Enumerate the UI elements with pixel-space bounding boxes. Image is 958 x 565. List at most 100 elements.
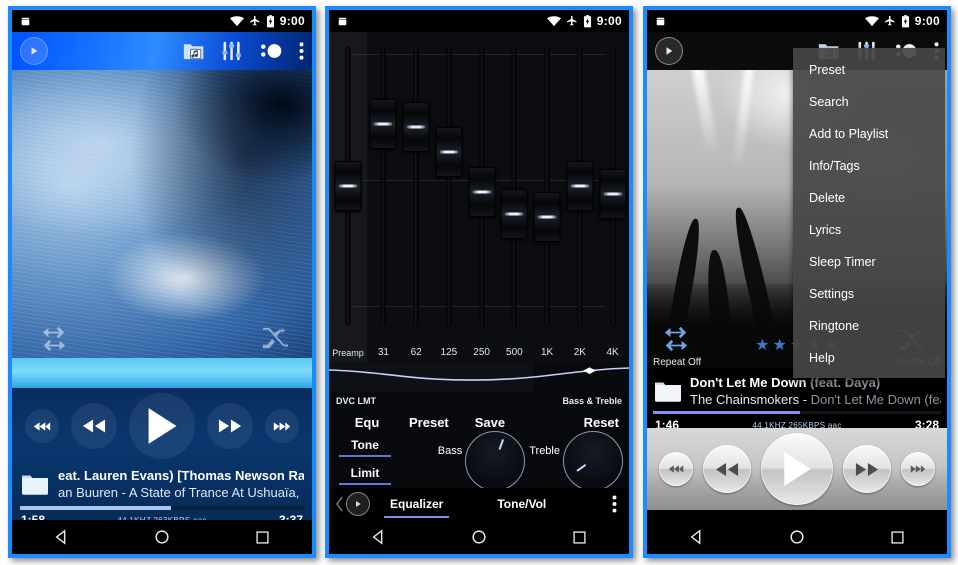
eq-slider-500[interactable] <box>498 32 531 344</box>
rewind-icon[interactable] <box>703 445 751 493</box>
treble-knob[interactable] <box>563 431 623 491</box>
home-circle-icon[interactable] <box>789 529 805 545</box>
reset-button[interactable]: Reset <box>584 415 619 430</box>
eq-slider-4k[interactable] <box>596 32 629 344</box>
wifi-icon <box>864 15 879 27</box>
eq-slider-250[interactable] <box>465 32 498 344</box>
home-circle-icon[interactable] <box>471 529 487 545</box>
eq-slider-thumb[interactable] <box>334 161 362 211</box>
tab-equalizer[interactable]: Equalizer <box>384 497 450 518</box>
menu-item-settings[interactable]: Settings <box>793 278 945 310</box>
play-small-icon[interactable] <box>346 492 370 516</box>
menu-item-help[interactable]: Help <box>793 342 945 374</box>
play-icon[interactable] <box>761 433 833 505</box>
android-nav-bar <box>12 520 312 554</box>
skip-next-icon[interactable] <box>901 452 935 486</box>
eq-band-label-500: 500 <box>506 347 523 358</box>
status-bar-clock: 9:00 <box>914 14 940 28</box>
play-badge-icon[interactable] <box>20 37 48 65</box>
eq-slider-thumb[interactable] <box>435 127 463 178</box>
back-triangle-icon[interactable] <box>371 529 387 545</box>
equalizer-band-labels: Preamp 31 62 125 250 500 1K 2K 4K <box>329 344 629 362</box>
treble-knob-unit: Treble <box>529 431 623 491</box>
airplane-mode-icon <box>884 15 896 27</box>
recents-square-icon[interactable] <box>572 530 587 545</box>
back-triangle-icon[interactable] <box>689 529 705 545</box>
eq-slider-2k[interactable] <box>564 32 597 344</box>
overflow-menu-icon[interactable] <box>612 495 617 513</box>
curve-scroll-arrows[interactable]: ◀▶ <box>583 365 596 376</box>
eq-slider-thumb[interactable] <box>566 161 594 211</box>
fast-forward-icon[interactable] <box>843 445 891 493</box>
eq-slider-thumb[interactable] <box>533 191 561 242</box>
eq-slider-125[interactable] <box>433 32 466 344</box>
rewind-icon[interactable] <box>71 403 117 449</box>
overflow-menu-icon[interactable] <box>299 41 304 61</box>
menu-item-preset[interactable]: Preset <box>793 54 945 86</box>
dvc-bass-treble-row: DVC LMT Bass & Treble <box>329 392 629 409</box>
skip-previous-icon[interactable] <box>25 409 59 443</box>
home-circle-icon[interactable] <box>154 529 170 545</box>
blue-vortex-album-art[interactable] <box>12 70 312 358</box>
android-robot-icon <box>336 15 349 28</box>
tone-knobs: Bass Treble <box>438 431 623 491</box>
preset-button[interactable]: Preset <box>409 415 449 430</box>
play-badge-icon[interactable] <box>655 37 683 65</box>
seek-bar[interactable] <box>653 411 941 414</box>
eq-slider-rail <box>446 46 452 326</box>
eq-slider-thumb[interactable] <box>369 99 397 150</box>
visualizer-icon[interactable] <box>259 42 283 60</box>
eq-slider-thumb[interactable] <box>500 189 528 239</box>
status-bar: 9:00 <box>647 10 947 32</box>
menu-item-sleep-timer[interactable]: Sleep Timer <box>793 246 945 278</box>
android-nav-bar <box>329 520 629 554</box>
dvc-limit-label: DVC LMT <box>336 395 376 406</box>
chevron-left-icon[interactable] <box>335 496 344 512</box>
eq-band-label-2k: 2K <box>573 347 586 358</box>
eq-slider-1k[interactable] <box>531 32 564 344</box>
equ-button[interactable]: Equ <box>339 415 395 430</box>
tone-button[interactable]: Tone <box>339 435 391 457</box>
eq-slider-thumb[interactable] <box>402 102 430 153</box>
seek-bar[interactable] <box>20 506 304 510</box>
battery-charging-icon <box>583 14 592 28</box>
shuffle-icon[interactable] <box>260 326 288 352</box>
eq-band-label-4k: 4K <box>606 347 619 358</box>
fast-forward-icon[interactable] <box>207 403 253 449</box>
back-triangle-icon[interactable] <box>54 529 70 545</box>
menu-item-delete[interactable]: Delete <box>793 182 945 214</box>
bass-knob[interactable] <box>465 431 526 491</box>
eq-slider-thumb[interactable] <box>468 166 496 217</box>
eq-slider-62[interactable] <box>400 32 433 344</box>
skip-previous-icon[interactable] <box>659 452 693 486</box>
menu-item-add-to-playlist[interactable]: Add to Playlist <box>793 118 945 150</box>
limit-button[interactable]: Limit <box>339 463 391 485</box>
eq-band-label-62: 62 <box>410 347 422 358</box>
eq-slider-preamp[interactable] <box>329 32 367 344</box>
rating-star-1[interactable]: ★ <box>755 338 769 354</box>
recents-square-icon[interactable] <box>890 530 905 545</box>
status-bar: 9:00 <box>12 10 312 32</box>
skip-next-icon[interactable] <box>265 409 299 443</box>
play-icon[interactable] <box>129 393 195 459</box>
track-info-row[interactable]: eat. Lauren Evans) [Thomas Newson Radio … <box>12 464 312 504</box>
battery-charging-icon <box>266 14 275 28</box>
menu-item-lyrics[interactable]: Lyrics <box>793 214 945 246</box>
equalizer-response-curve[interactable]: ◀▶ <box>329 362 629 392</box>
overflow-dropdown-menu[interactable]: Preset Search Add to Playlist Info/Tags Dele… <box>793 48 945 378</box>
menu-item-ringtone[interactable]: Ringtone <box>793 310 945 342</box>
save-button[interactable]: Save <box>475 415 505 430</box>
eq-slider-31[interactable] <box>367 32 400 344</box>
equalizer-sliders-icon[interactable] <box>221 40 243 62</box>
menu-item-search[interactable]: Search <box>793 86 945 118</box>
repeat-icon[interactable] <box>661 326 691 352</box>
folder-music-icon[interactable] <box>183 41 205 61</box>
recents-square-icon[interactable] <box>255 530 270 545</box>
tab-tone-vol[interactable]: Tone/Vol <box>491 497 552 511</box>
eq-slider-thumb[interactable] <box>599 169 627 220</box>
rating-star-2[interactable]: ★ <box>772 338 786 354</box>
eq-slider-rail <box>413 46 419 326</box>
repeat-icon[interactable] <box>40 326 68 352</box>
menu-item-info-tags[interactable]: Info/Tags <box>793 150 945 182</box>
phone-1-screen: 9:00 eat. Lauren Evans) [Thomas Newson R… <box>12 10 312 554</box>
